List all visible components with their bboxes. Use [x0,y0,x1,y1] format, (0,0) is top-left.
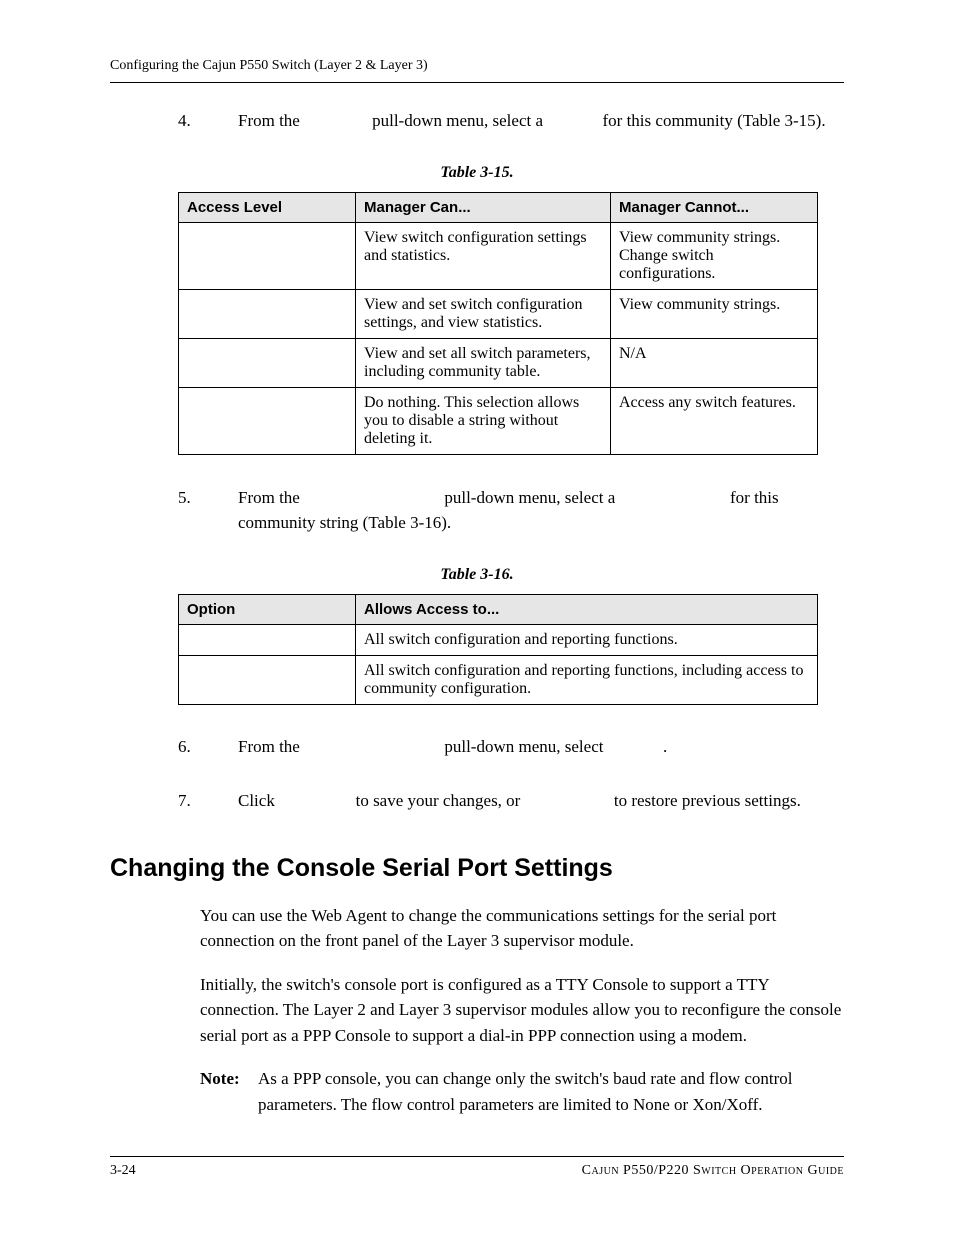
note-block: Note: As a PPP console, you can change o… [200,1066,844,1117]
cell-access-level [179,222,356,289]
page: Configuring the Cajun P550 Switch (Layer… [0,0,954,1235]
cell-access-level [179,338,356,387]
header-rule [110,82,844,83]
table-row: Do nothing. This selection allows you to… [179,387,818,454]
body-paragraph: You can use the Web Agent to change the … [200,903,844,954]
table-row: View and set all switch parameters, incl… [179,338,818,387]
step-5: 5.From the pull-down menu, select a for … [178,485,844,536]
cell-allows-access: All switch configuration and reporting f… [356,655,818,704]
note-label: Note: [200,1066,258,1117]
col-header-access-level: Access Level [179,192,356,222]
table-row: Access Level Manager Can... Manager Cann… [179,192,818,222]
col-header-manager-cannot: Manager Cannot... [611,192,818,222]
table-row: All switch configuration and reporting f… [179,655,818,704]
step-4-text-c: for this community (Table 3-15). [598,111,825,130]
step-6-text-b: pull-down menu, select [440,737,608,756]
cell-option [179,624,356,655]
step-5-number: 5. [178,485,238,511]
step-4: 4.From the pull-down menu, select a for … [178,109,844,134]
col-header-allows-access: Allows Access to... [356,594,818,624]
step-6-text-a: From the [238,737,304,756]
step-4-text-b: pull-down menu, select a [368,111,547,130]
step-7: 7.Click to save your changes, or to rest… [178,789,844,814]
table-row: View and set switch configuration settin… [179,289,818,338]
step-6-text-c: . [663,737,667,756]
step-5-text-b: pull-down menu, select a [440,488,619,507]
step-7-text-a: Click [238,791,279,810]
table-3-16: Option Allows Access to... All switch co… [178,594,818,705]
cell-access-level [179,387,356,454]
cell-manager-can: View switch configuration settings and s… [356,222,611,289]
table-3-15-caption: Table 3-15. [110,164,844,182]
body-paragraph: Initially, the switch's console port is … [200,972,844,1049]
step-4-number: 4. [178,109,238,134]
table-row: View switch configuration settings and s… [179,222,818,289]
step-7-text-b: to save your changes, or [351,791,524,810]
footer-guide-title: Cajun P550/P220 Switch Operation Guide [582,1163,844,1179]
step-6: 6.From the pull-down menu, select . [178,735,844,760]
page-footer: 3-24 Cajun P550/P220 Switch Operation Gu… [110,1156,844,1179]
cell-option [179,655,356,704]
step-4-text-a: From the [238,111,304,130]
cell-allows-access: All switch configuration and reporting f… [356,624,818,655]
footer-rule [110,1156,844,1157]
cell-manager-cannot: View community strings. [611,289,818,338]
cell-manager-cannot: View community strings. Change switch co… [611,222,818,289]
running-header: Configuring the Cajun P550 Switch (Layer… [110,58,844,74]
section-heading-console-serial-port: Changing the Console Serial Port Setting… [110,854,844,883]
cell-manager-cannot: Access any switch features. [611,387,818,454]
col-header-manager-can: Manager Can... [356,192,611,222]
step-5-text-a: From the [238,488,304,507]
footer-page-number: 3-24 [110,1163,136,1179]
table-3-16-caption: Table 3-16. [110,566,844,584]
table-3-15: Access Level Manager Can... Manager Cann… [178,192,818,455]
step-7-number: 7. [178,789,238,814]
cell-access-level [179,289,356,338]
table-row: All switch configuration and reporting f… [179,624,818,655]
step-7-text-c: to restore previous settings. [610,791,801,810]
table-row: Option Allows Access to... [179,594,818,624]
note-body: As a PPP console, you can change only th… [258,1066,844,1117]
cell-manager-can: View and set all switch parameters, incl… [356,338,611,387]
step-6-number: 6. [178,735,238,760]
col-header-option: Option [179,594,356,624]
cell-manager-can: Do nothing. This selection allows you to… [356,387,611,454]
cell-manager-can: View and set switch configuration settin… [356,289,611,338]
cell-manager-cannot: N/A [611,338,818,387]
